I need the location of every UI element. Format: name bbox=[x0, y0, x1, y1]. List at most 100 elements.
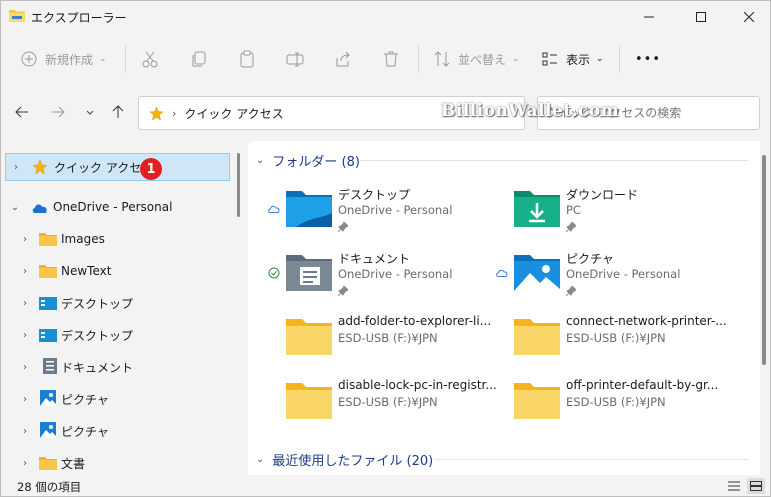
nav-item-desktop[interactable]: › デスクトップ bbox=[1, 289, 234, 317]
tile-name: disable-lock-pc-in-registr... bbox=[338, 378, 497, 392]
tile-documents[interactable]: ドキュメント OneDrive - Personal bbox=[248, 247, 476, 305]
recent-files-group-header[interactable]: ⌄ 最近使用したファイル (20) bbox=[256, 450, 433, 469]
item-count: 28 個の項目 bbox=[17, 480, 82, 494]
sort-label: 並べ替え bbox=[458, 52, 507, 67]
maximize-button[interactable] bbox=[675, 1, 727, 32]
cut-button[interactable] bbox=[141, 45, 159, 73]
content-scrollbar[interactable] bbox=[762, 155, 766, 365]
more-options-button[interactable]: ••• bbox=[635, 45, 661, 73]
tile-name: デスクトップ bbox=[338, 188, 411, 202]
breadcrumb-quick-access[interactable]: クイック アクセス bbox=[184, 105, 283, 122]
desktop-folder-icon bbox=[39, 297, 57, 310]
folder-icon bbox=[39, 265, 57, 278]
paste-button[interactable] bbox=[238, 45, 256, 73]
pin-icon bbox=[565, 221, 577, 235]
nav-item-documents[interactable]: › ドキュメント bbox=[1, 353, 234, 381]
tile-location: ESD-USB (F:)¥JPN bbox=[338, 331, 438, 345]
group-title: 最近使用したファイル (20) bbox=[272, 454, 434, 469]
tile-name: connect-network-printer-... bbox=[566, 314, 727, 328]
nav-item-bunsho[interactable]: › 文書 bbox=[1, 449, 234, 477]
share-button[interactable] bbox=[334, 45, 352, 73]
tile-name: add-folder-to-explorer-li... bbox=[338, 314, 492, 328]
nav-item-desktop-2[interactable]: › デスクトップ bbox=[1, 321, 234, 349]
rename-button[interactable] bbox=[286, 45, 304, 73]
chevron-right-icon: › bbox=[23, 265, 27, 277]
chevron-right-icon: › bbox=[23, 457, 27, 469]
sort-arrows-icon bbox=[434, 51, 450, 67]
nav-label: NewText bbox=[61, 264, 112, 278]
chevron-right-icon: › bbox=[14, 161, 18, 173]
nav-label: ピクチャ bbox=[61, 392, 109, 407]
documents-folder-icon bbox=[286, 255, 332, 291]
tile-location: ESD-USB (F:)¥JPN bbox=[338, 395, 438, 409]
tile-pictures[interactable]: ピクチャ OneDrive - Personal bbox=[476, 247, 704, 305]
share-icon bbox=[336, 51, 350, 67]
scissors-icon bbox=[142, 51, 158, 68]
folder-icon bbox=[39, 457, 57, 470]
group-divider bbox=[360, 160, 748, 161]
chevron-right-icon: › bbox=[23, 297, 27, 309]
up-button[interactable] bbox=[107, 101, 129, 123]
tile-location: ESD-USB (F:)¥JPN bbox=[566, 395, 666, 409]
status-bar: 28 個の項目 bbox=[1, 475, 770, 496]
tile-folder-add-folder[interactable]: add-folder-to-explorer-li... ESD-USB (F:… bbox=[248, 311, 491, 369]
watermark-text: BillionWallet.com bbox=[441, 101, 620, 121]
document-icon bbox=[43, 358, 57, 374]
pictures-icon bbox=[40, 422, 56, 438]
more-icon: ••• bbox=[635, 51, 662, 67]
copy-icon bbox=[192, 51, 206, 67]
desktop-folder-icon bbox=[286, 191, 332, 227]
nav-item-pictures-2[interactable]: › ピクチャ bbox=[1, 417, 234, 445]
nav-item-newtext[interactable]: › NewText bbox=[1, 257, 234, 285]
view-button[interactable]: 表示 ⌄ bbox=[541, 45, 604, 73]
chevron-right-icon: › bbox=[23, 233, 27, 245]
nav-label: デスクトップ bbox=[61, 296, 134, 311]
pin-icon bbox=[337, 285, 349, 299]
close-button[interactable] bbox=[723, 1, 770, 32]
nav-label: ピクチャ bbox=[61, 424, 109, 439]
nav-label: Images bbox=[61, 232, 105, 246]
details-view-button[interactable] bbox=[725, 478, 743, 494]
content-pane: ⌄ フォルダー (8) デスクトップ OneDrive - Personal ダ… bbox=[248, 141, 760, 475]
minimize-icon bbox=[644, 16, 654, 17]
toolbar-divider bbox=[125, 45, 126, 73]
minimize-button[interactable] bbox=[623, 1, 675, 32]
nav-item-onedrive[interactable]: ⌄ OneDrive - Personal bbox=[1, 193, 234, 221]
tiles-view-icon bbox=[750, 481, 762, 491]
rename-icon bbox=[286, 52, 304, 67]
tile-downloads[interactable]: ダウンロード PC bbox=[476, 183, 704, 241]
details-view-icon bbox=[728, 481, 740, 491]
tile-desktop[interactable]: デスクトップ OneDrive - Personal bbox=[248, 183, 476, 241]
tile-folder-connect-printer[interactable]: connect-network-printer-... ESD-USB (F:)… bbox=[476, 311, 727, 369]
pin-icon bbox=[565, 285, 577, 299]
delete-button[interactable] bbox=[382, 45, 400, 73]
sort-button[interactable]: 並べ替え ⌄ bbox=[433, 45, 520, 73]
toolbar-divider bbox=[418, 45, 419, 73]
desktop-folder-icon bbox=[39, 329, 57, 342]
tile-name: ダウンロード bbox=[566, 188, 639, 202]
tile-location: OneDrive - Personal bbox=[338, 203, 453, 217]
tile-location: OneDrive - Personal bbox=[338, 267, 453, 281]
folder-icon bbox=[514, 319, 560, 355]
nav-item-images[interactable]: › Images bbox=[1, 225, 234, 253]
nav-pane-scrollbar[interactable] bbox=[237, 153, 240, 217]
window-title: エクスプローラー bbox=[31, 11, 127, 25]
tile-location: OneDrive - Personal bbox=[566, 267, 681, 281]
nav-item-quick-access[interactable]: › クイック アクセス 1 bbox=[5, 153, 230, 181]
pictures-icon bbox=[40, 390, 56, 406]
copy-button[interactable] bbox=[190, 45, 208, 73]
tiles-view-button[interactable] bbox=[747, 478, 765, 494]
recent-locations-button[interactable] bbox=[79, 101, 101, 123]
tile-folder-disable-lock[interactable]: disable-lock-pc-in-registr... ESD-USB (F… bbox=[248, 375, 497, 433]
back-button[interactable] bbox=[11, 101, 33, 123]
new-button[interactable]: 新規作成 ⌄ bbox=[21, 45, 107, 73]
nav-item-pictures[interactable]: › ピクチャ bbox=[1, 385, 234, 413]
chevron-right-icon: › bbox=[23, 393, 27, 405]
cloud-status-icon bbox=[496, 269, 508, 277]
tile-name: off-printer-default-by-gr... bbox=[566, 378, 719, 392]
folders-group-header[interactable]: ⌄ フォルダー (8) bbox=[256, 151, 360, 170]
check-status-icon bbox=[268, 267, 280, 279]
forward-button[interactable] bbox=[47, 101, 69, 123]
tile-folder-off-printer[interactable]: off-printer-default-by-gr... ESD-USB (F:… bbox=[476, 375, 718, 433]
cloud-icon bbox=[32, 204, 47, 213]
